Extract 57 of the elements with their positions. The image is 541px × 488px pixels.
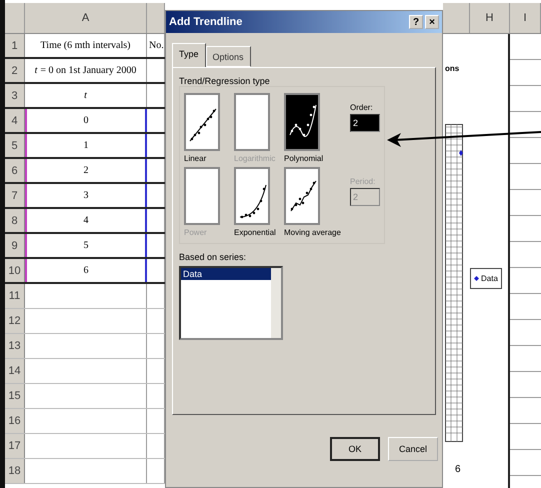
table-cell: 4 [25,209,147,232]
trend-thumbnail[interactable] [284,167,320,225]
legend-label: Data [481,274,498,283]
row-header[interactable]: 5 [5,134,25,157]
table-cell: 5 [25,234,147,257]
list-item[interactable]: Data [181,268,271,280]
axis-label: 6 [455,464,461,475]
cancel-button[interactable]: Cancel [388,437,438,461]
row-header[interactable]: 14 [5,359,25,383]
window-title: Add Trendline [169,16,244,28]
table-cell: 2 [25,159,147,182]
row-header[interactable]: 15 [5,384,25,408]
row-header[interactable]: 12 [5,309,25,333]
trend-type-label[interactable]: Polynomial [284,154,324,163]
trend-type-label[interactable]: Exponential [234,228,276,237]
table-cell: Time (6 mth intervals) [25,34,147,57]
series-label: Based on series: [179,252,248,262]
series-list[interactable]: Data [179,266,283,340]
row-header[interactable]: 2 [5,59,25,82]
ok-button[interactable]: OK [330,437,380,461]
column-header[interactable]: H [470,3,510,33]
row-header[interactable]: 7 [5,184,25,207]
row-header[interactable]: 3 [5,84,25,107]
row-header[interactable]: 13 [5,334,25,358]
row-header[interactable]: 17 [5,434,25,458]
row-header[interactable]: 9 [5,234,25,257]
table-cell: t = 0 on 1st January 2000 [25,59,147,82]
table-cell: 3 [25,184,147,207]
spinner-label: Order: [350,103,374,112]
table-cell: t [25,84,147,107]
row-header[interactable]: 1 [5,34,25,57]
trend-type-label[interactable]: Moving average [284,228,341,237]
close-button[interactable]: × [425,15,439,29]
scrollbar[interactable] [271,268,281,338]
table-cell: 6 [25,259,147,282]
chart-title: ons [445,64,460,73]
group-label: Trend/Regression type [179,76,271,86]
row-header[interactable]: 10 [5,259,25,282]
row-header[interactable]: 8 [5,209,25,232]
tab[interactable]: Options [206,46,251,67]
trend-type-label[interactable]: Linear [184,154,206,163]
trend-thumbnail[interactable] [234,167,270,225]
help-button[interactable]: ? [409,15,423,29]
spinner-label: Period: [350,177,376,186]
row-header[interactable]: 18 [5,459,25,483]
number-spinner[interactable]: 2 [350,114,380,132]
row-header[interactable]: 11 [5,284,25,308]
table-cell: 1 [25,134,147,157]
row-header[interactable]: 16 [5,409,25,433]
column-header[interactable]: I [510,3,541,33]
diamond-icon [474,276,479,281]
row-header[interactable]: 4 [5,109,25,132]
selected-trend-thumbnail[interactable] [284,93,320,151]
row-header[interactable]: 6 [5,159,25,182]
trend-thumbnail[interactable] [184,93,220,151]
tab[interactable]: Type [172,43,206,67]
table-cell: 0 [25,109,147,132]
